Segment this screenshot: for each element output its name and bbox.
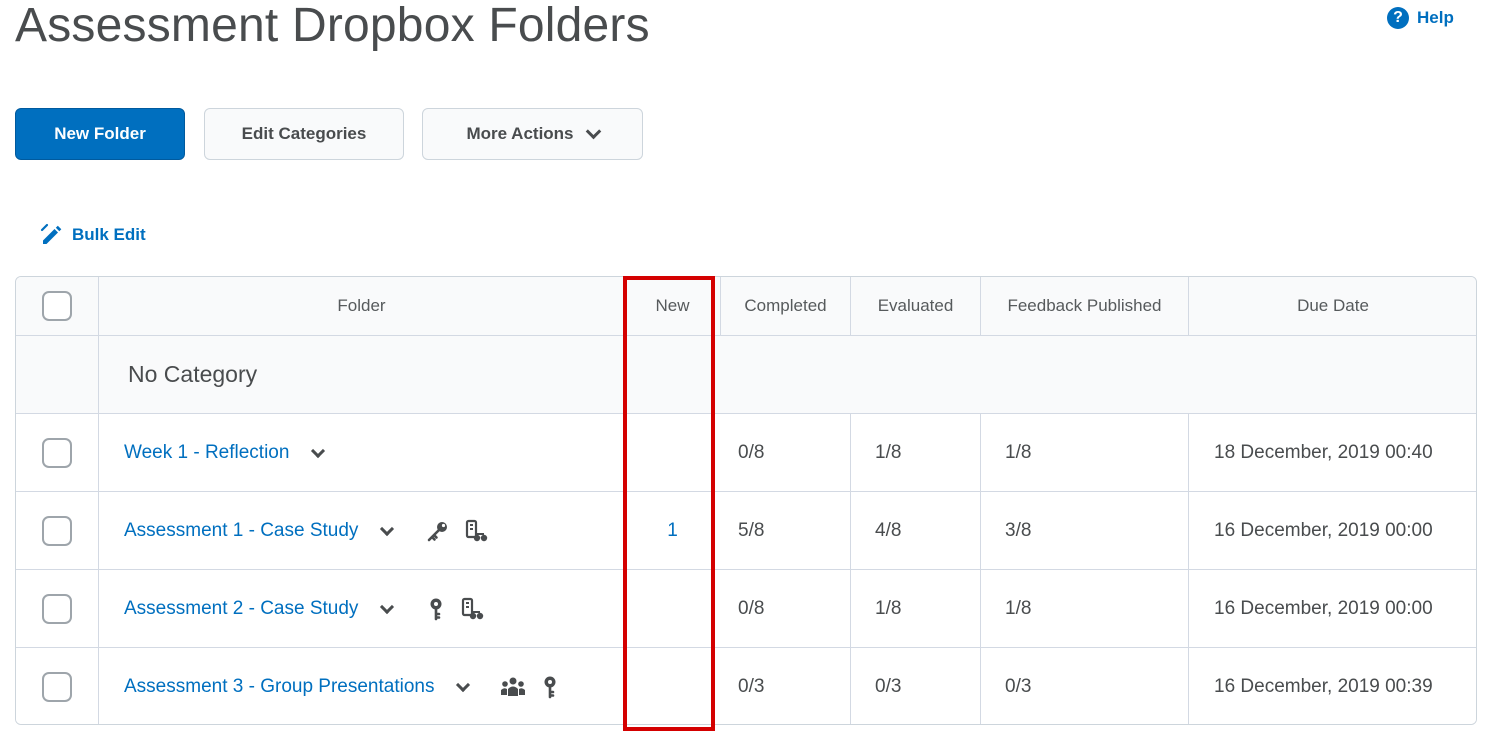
help-label: Help	[1417, 8, 1454, 27]
chevron-down-icon	[585, 123, 601, 139]
page-title: Assessment Dropbox Folders	[15, 0, 650, 52]
category-label: No Category	[128, 361, 258, 387]
column-header-evaluated[interactable]: Evaluated	[851, 277, 980, 335]
completed-count: 0/3	[738, 676, 765, 697]
new-count-link[interactable]: 1	[625, 492, 720, 569]
table-row: Assessment 2 - Case Study 0/8 1/8 1/8 16…	[16, 570, 1476, 648]
pencil-icon	[40, 223, 62, 244]
new-count	[625, 648, 720, 724]
special-access-icon	[464, 519, 488, 543]
evaluated-count: 1/8	[875, 441, 902, 463]
key-icon	[426, 519, 450, 543]
help-link[interactable]: ? Help	[1387, 7, 1454, 29]
new-count	[625, 570, 720, 647]
column-header-feedback-published[interactable]: Feedback Published	[981, 277, 1188, 335]
chevron-down-icon[interactable]	[380, 599, 395, 614]
due-date: 16 December, 2019 00:00	[1214, 519, 1433, 541]
more-actions-button[interactable]: More Actions	[422, 108, 643, 160]
chevron-down-icon[interactable]	[456, 677, 471, 693]
folder-link[interactable]: Week 1 - Reflection	[124, 442, 289, 464]
category-row: No Category	[16, 336, 1476, 414]
completed-count: 0/8	[738, 597, 765, 619]
help-icon: ?	[1387, 7, 1409, 29]
chevron-down-icon[interactable]	[311, 443, 326, 458]
row-checkbox[interactable]	[42, 672, 72, 702]
edit-categories-button[interactable]: Edit Categories	[204, 108, 404, 160]
release-condition-icon	[540, 675, 560, 699]
table-row: Assessment 3 - Group Presentations 0/3 0…	[16, 648, 1476, 724]
evaluated-count: 4/8	[875, 519, 902, 541]
column-header-folder[interactable]: Folder	[99, 277, 624, 335]
new-count	[625, 414, 720, 491]
folders-table: Folder New Completed Evaluated Feedback …	[15, 276, 1477, 725]
feedback-published-count: 0/3	[1005, 676, 1032, 697]
folder-link[interactable]: Assessment 2 - Case Study	[124, 598, 358, 620]
column-header-new[interactable]: New	[625, 277, 720, 335]
chevron-down-icon[interactable]	[380, 521, 395, 536]
table-row: Week 1 - Reflection 0/8 1/8 1/8 18 Decem…	[16, 414, 1476, 492]
row-checkbox[interactable]	[42, 593, 72, 624]
due-date: 16 December, 2019 00:00	[1214, 597, 1433, 619]
release-condition-icon	[426, 597, 446, 621]
row-checkbox[interactable]	[42, 437, 72, 468]
bulk-edit-label: Bulk Edit	[72, 225, 146, 244]
table-header: Folder New Completed Evaluated Feedback …	[16, 277, 1476, 336]
feedback-published-count: 1/8	[1005, 597, 1032, 619]
feedback-published-count: 3/8	[1005, 519, 1032, 541]
row-checkbox[interactable]	[42, 515, 72, 546]
column-header-completed[interactable]: Completed	[721, 277, 850, 335]
evaluated-count: 1/8	[875, 597, 902, 619]
select-all-checkbox[interactable]	[42, 291, 72, 321]
bulk-edit-link[interactable]: Bulk Edit	[40, 223, 146, 247]
folder-link[interactable]: Assessment 1 - Case Study	[124, 520, 358, 542]
group-icon	[500, 675, 526, 699]
special-access-icon	[460, 597, 484, 621]
evaluated-count: 0/3	[875, 676, 902, 697]
completed-count: 5/8	[738, 519, 765, 541]
more-actions-label: More Actions	[466, 124, 574, 143]
table-row: Assessment 1 - Case Study 1 5/8 4/8 3/8 …	[16, 492, 1476, 570]
completed-count: 0/8	[738, 441, 765, 463]
due-date: 18 December, 2019 00:40	[1214, 441, 1433, 463]
folder-link[interactable]: Assessment 3 - Group Presentations	[124, 676, 434, 698]
due-date: 16 December, 2019 00:39	[1214, 676, 1433, 697]
new-folder-button[interactable]: New Folder	[15, 108, 185, 160]
column-header-due-date[interactable]: Due Date	[1189, 277, 1476, 335]
feedback-published-count: 1/8	[1005, 441, 1032, 463]
